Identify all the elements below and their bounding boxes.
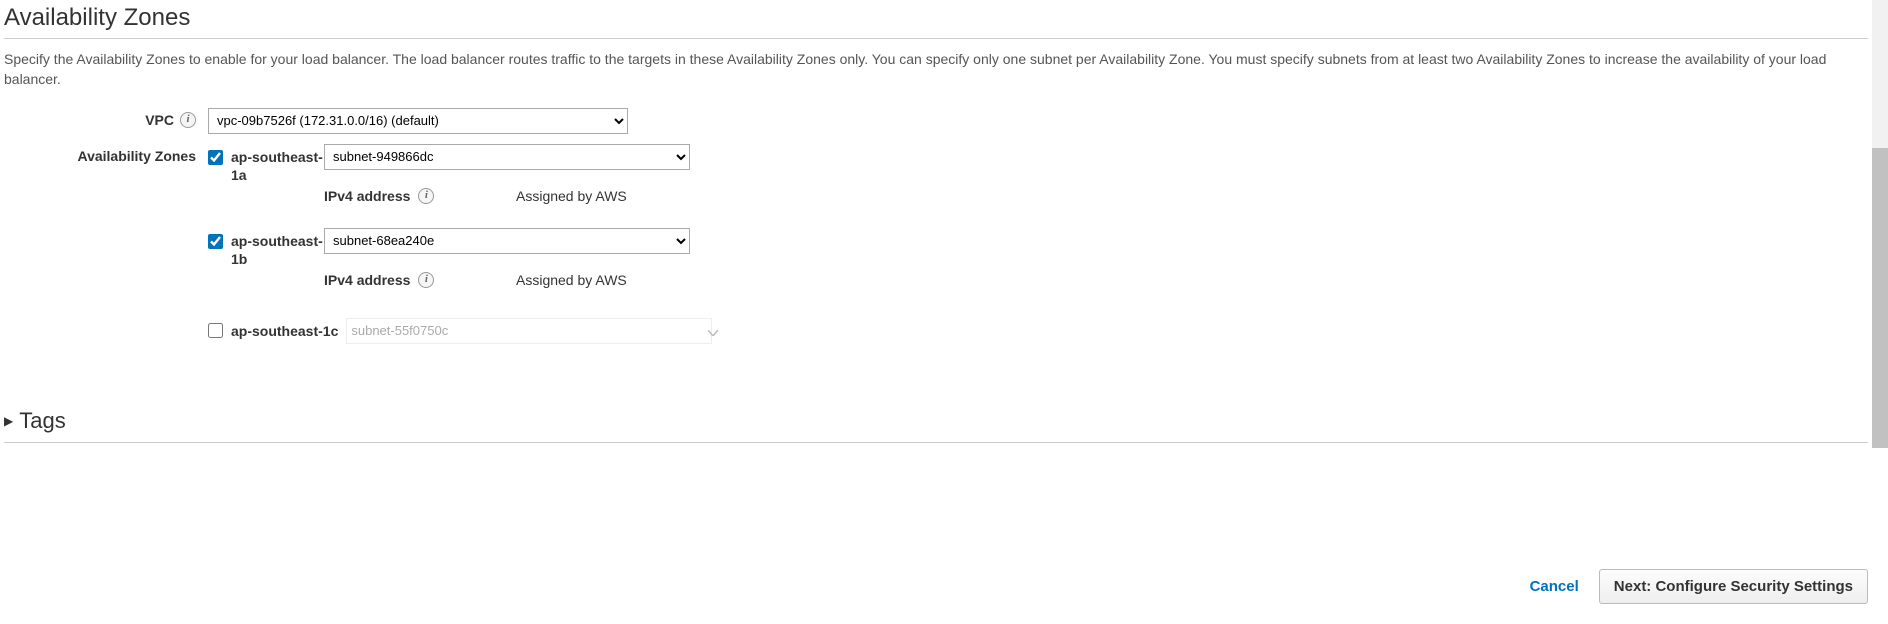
next-button[interactable]: Next: Configure Security Settings [1599, 569, 1868, 604]
ipv4-label-1a: IPv4 address [324, 188, 410, 204]
subnet-select-1c [346, 318, 712, 344]
vpc-select[interactable]: vpc-09b7526f (172.31.0.0/16) (default) [208, 108, 628, 134]
scrollbar-track[interactable] [1872, 0, 1888, 448]
section-title: Availability Zones [4, 0, 1868, 38]
ipv4-value-1a: Assigned by AWS [516, 188, 627, 204]
info-icon[interactable]: i [418, 272, 434, 288]
info-icon[interactable]: i [180, 112, 196, 128]
az-name-1b: ap-southeast-1b [231, 232, 324, 268]
cancel-button[interactable]: Cancel [1524, 570, 1585, 603]
info-icon[interactable]: i [418, 188, 434, 204]
section-description: Specify the Availability Zones to enable… [4, 49, 1864, 90]
vpc-label: VPC [145, 112, 174, 128]
az-checkbox-1b[interactable] [208, 234, 223, 249]
az-checkbox-1a[interactable] [208, 150, 223, 165]
az-name-1a: ap-southeast-1a [231, 148, 324, 184]
availability-zones-label: Availability Zones [77, 148, 196, 164]
scrollbar-thumb[interactable] [1872, 148, 1888, 448]
subnet-select-1b[interactable]: subnet-68ea240e [324, 228, 690, 254]
tags-title: Tags [19, 408, 65, 434]
wizard-footer: Cancel Next: Configure Security Settings [1524, 569, 1868, 604]
az-name-1c: ap-southeast-1c [231, 323, 338, 339]
section-divider [4, 38, 1868, 39]
ipv4-label-1b: IPv4 address [324, 272, 410, 288]
ipv4-value-1b: Assigned by AWS [516, 272, 627, 288]
subnet-select-1a[interactable]: subnet-949866dc [324, 144, 690, 170]
az-checkbox-1c[interactable] [208, 323, 223, 338]
tags-section-toggle[interactable]: ▶ Tags [4, 400, 1868, 443]
caret-right-icon: ▶ [4, 414, 13, 428]
